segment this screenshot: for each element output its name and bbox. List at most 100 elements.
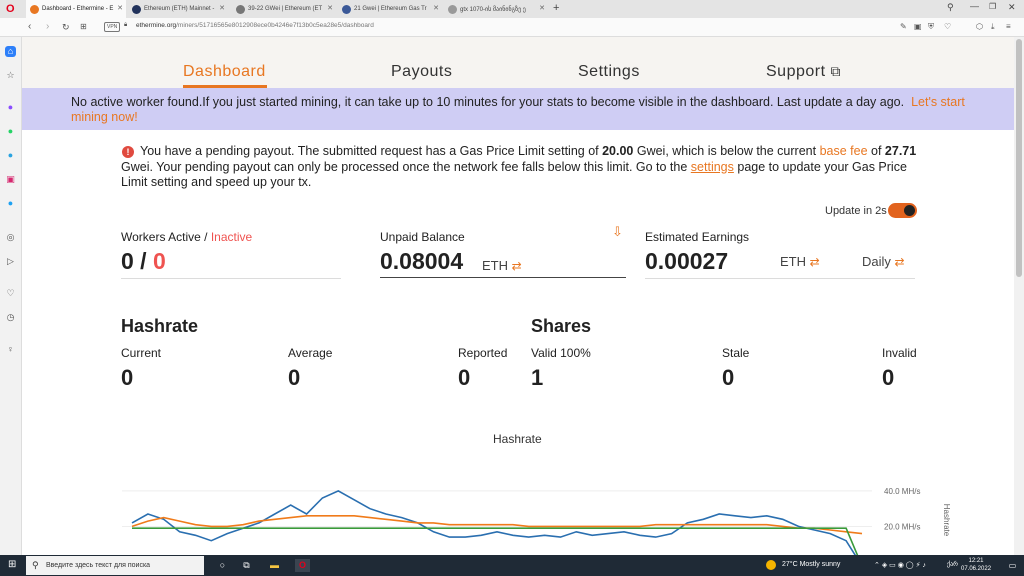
player-icon[interactable]: ◎	[5, 232, 16, 243]
bulb-icon[interactable]: ♀	[5, 344, 16, 355]
unpaid-balance-label: Unpaid Balance	[380, 230, 465, 244]
workers-active-value: 0	[121, 248, 134, 274]
send-icon[interactable]: ▷	[5, 256, 16, 267]
settings-link[interactable]: settings	[691, 160, 734, 174]
y-tick-label: 20.0 MH/s	[884, 522, 920, 531]
nav-payouts[interactable]: Payouts	[391, 63, 452, 81]
url-path: /miners/51716565e8012908ece0b4246e7f13b0…	[176, 22, 374, 29]
telegram-icon[interactable]: ●	[5, 150, 16, 161]
nav-support[interactable]: Support ⧉	[766, 63, 841, 81]
base-fee-value: 27.71	[884, 144, 917, 158]
shares-stale-label: Stale	[722, 346, 750, 360]
y-tick-label: 40.0 MH/s	[884, 487, 920, 496]
tray-icons[interactable]: ⌃ ◈ ▭ ◉ ◯ ⚡ ♪	[860, 559, 940, 572]
messenger-icon[interactable]: ●	[5, 102, 16, 113]
search-placeholder: Введите здесь текст для поиска	[46, 562, 151, 569]
cortana-icon[interactable]: ○	[216, 559, 229, 572]
task-view-icon[interactable]: ⧉	[240, 559, 253, 572]
window-close-button[interactable]: ✕	[1008, 2, 1016, 13]
notifications-icon[interactable]: ▭	[1006, 559, 1019, 572]
opera-taskbar-icon[interactable]: O	[295, 559, 310, 572]
shares-stale-value: 0	[722, 365, 735, 390]
search-tabs-icon[interactable]: ⚲	[947, 2, 954, 13]
tab-title: gtx 1070-ის მაინინგზე ე	[460, 6, 526, 13]
menu-icon[interactable]: ≡	[1006, 22, 1011, 31]
maximize-button[interactable]: ❐	[989, 2, 996, 11]
forward-button[interactable]: ›	[46, 21, 49, 33]
heart-icon[interactable]: ♡	[944, 22, 951, 31]
estimated-unit-switch[interactable]: ETH ⇄	[780, 254, 820, 269]
toggle-knob	[904, 205, 915, 216]
whatsapp-icon[interactable]: ●	[5, 126, 16, 137]
home-icon[interactable]: ⌂	[5, 46, 16, 57]
close-icon[interactable]: ✕	[117, 4, 123, 12]
twitter-icon[interactable]: ●	[5, 198, 16, 209]
estimated-earnings-value: 0.00027	[645, 248, 729, 274]
workers-label: Workers Active / Inactive	[121, 230, 252, 244]
tab-dashboard[interactable]: Dashboard - Ethermine - E ✕	[26, 0, 126, 18]
base-fee-link[interactable]: base fee	[820, 144, 868, 158]
y-axis-label: Hashrate	[942, 504, 951, 537]
star-icon[interactable]: ☆	[5, 70, 16, 81]
tab-gwei-2[interactable]: 21 Gwei | Ethereum Gas Tr ✕	[338, 0, 442, 18]
clock-date: 07.06.2022	[961, 566, 992, 572]
minimize-button[interactable]: —	[970, 1, 979, 11]
scrollbar-thumb[interactable]	[1016, 39, 1022, 277]
close-icon[interactable]: ✕	[219, 4, 225, 12]
chart-title: Hashrate	[493, 432, 542, 446]
unpaid-balance-value: 0.08004	[380, 248, 464, 274]
close-icon[interactable]: ✕	[539, 4, 545, 12]
instagram-icon[interactable]: ▣	[5, 174, 16, 185]
url-field[interactable]: ethermine.org/miners/51716565e8012908ece…	[136, 22, 374, 29]
camera-icon[interactable]: ▣	[914, 22, 922, 31]
taskbar-clock[interactable]: 12:21 07.06.2022	[961, 557, 991, 573]
nav-dashboard[interactable]: Dashboard	[183, 63, 266, 81]
tab-etherscan-mainnet[interactable]: Ethereum (ETH) Mainnet - ✕	[128, 0, 228, 18]
close-icon[interactable]: ✕	[433, 4, 439, 12]
payout-hand-icon[interactable]: ⇩	[612, 224, 623, 240]
page-scrollbar[interactable]	[1014, 37, 1024, 555]
weather-status[interactable]: 27°C Mostly sunny	[782, 561, 840, 568]
unpaid-unit: ETH	[482, 258, 508, 273]
weather-sun-icon	[766, 560, 776, 570]
close-icon[interactable]: ✕	[327, 4, 333, 12]
hashrate-current-value: 0	[121, 365, 134, 390]
tab-gtx-1070[interactable]: gtx 1070-ის მაინინგზე ე ✕	[444, 0, 548, 18]
swap-icon: ⇄	[809, 255, 820, 269]
file-explorer-icon[interactable]: ▬	[268, 559, 281, 572]
unpaid-unit-switch[interactable]: ETH ⇄	[482, 258, 522, 273]
download-icon[interactable]: ⤓	[991, 22, 995, 32]
back-button[interactable]: ‹	[28, 21, 31, 33]
shares-title: Shares	[531, 316, 592, 336]
windows-taskbar: ⊞ ⚲ Введите здесь текст для поиска ○ ⧉ ▬ …	[0, 555, 1024, 576]
site-nav: Dashboard Payouts Settings Support ⧉	[22, 37, 1014, 88]
bookmark-icon[interactable]: ✎	[900, 22, 907, 31]
tab-gwei-1[interactable]: 39-22 GWei | Ethereum (ET ✕	[232, 0, 336, 18]
workers-active-label: Workers Active /	[121, 230, 211, 244]
heart-icon[interactable]: ♡	[5, 288, 16, 299]
period-switch[interactable]: Daily ⇄	[862, 254, 905, 269]
history-icon[interactable]: ◷	[5, 312, 16, 323]
auto-update-toggle[interactable]	[888, 203, 917, 218]
workers-count: 0 / 0	[121, 248, 166, 275]
opera-logo-icon[interactable]: O	[6, 3, 15, 15]
vpn-badge[interactable]: VPN	[104, 22, 121, 32]
notice-text: Gwei. Your pending payout can only be pr…	[121, 159, 691, 174]
shield-icon[interactable]: ⛨	[928, 22, 934, 32]
notice-text: You have a pending payout. The submitted…	[140, 144, 603, 158]
taskbar-search-input[interactable]: ⚲ Введите здесь текст для поиска	[26, 556, 204, 575]
speed-dial-icon[interactable]: ⊞	[80, 21, 87, 33]
new-tab-button[interactable]: +	[553, 2, 559, 14]
extensions-icon[interactable]: ⬡	[976, 22, 983, 31]
gas-favicon-icon	[342, 4, 351, 14]
browser-sidebar: ⌂ ☆ ● ● ● ▣ ● ◎ ▷ ♡ ◷ ♀	[0, 37, 22, 555]
reload-button[interactable]: ↻	[62, 21, 70, 33]
gas-favicon-icon	[236, 4, 245, 14]
windows-start-icon[interactable]: ⊞	[8, 559, 16, 570]
forum-favicon-icon	[448, 4, 457, 14]
swap-icon: ⇄	[511, 259, 522, 273]
nav-settings[interactable]: Settings	[578, 63, 640, 81]
search-icon: ⚲	[32, 560, 39, 570]
period-label: Daily	[862, 254, 891, 269]
language-indicator[interactable]: ქარ	[947, 561, 958, 568]
